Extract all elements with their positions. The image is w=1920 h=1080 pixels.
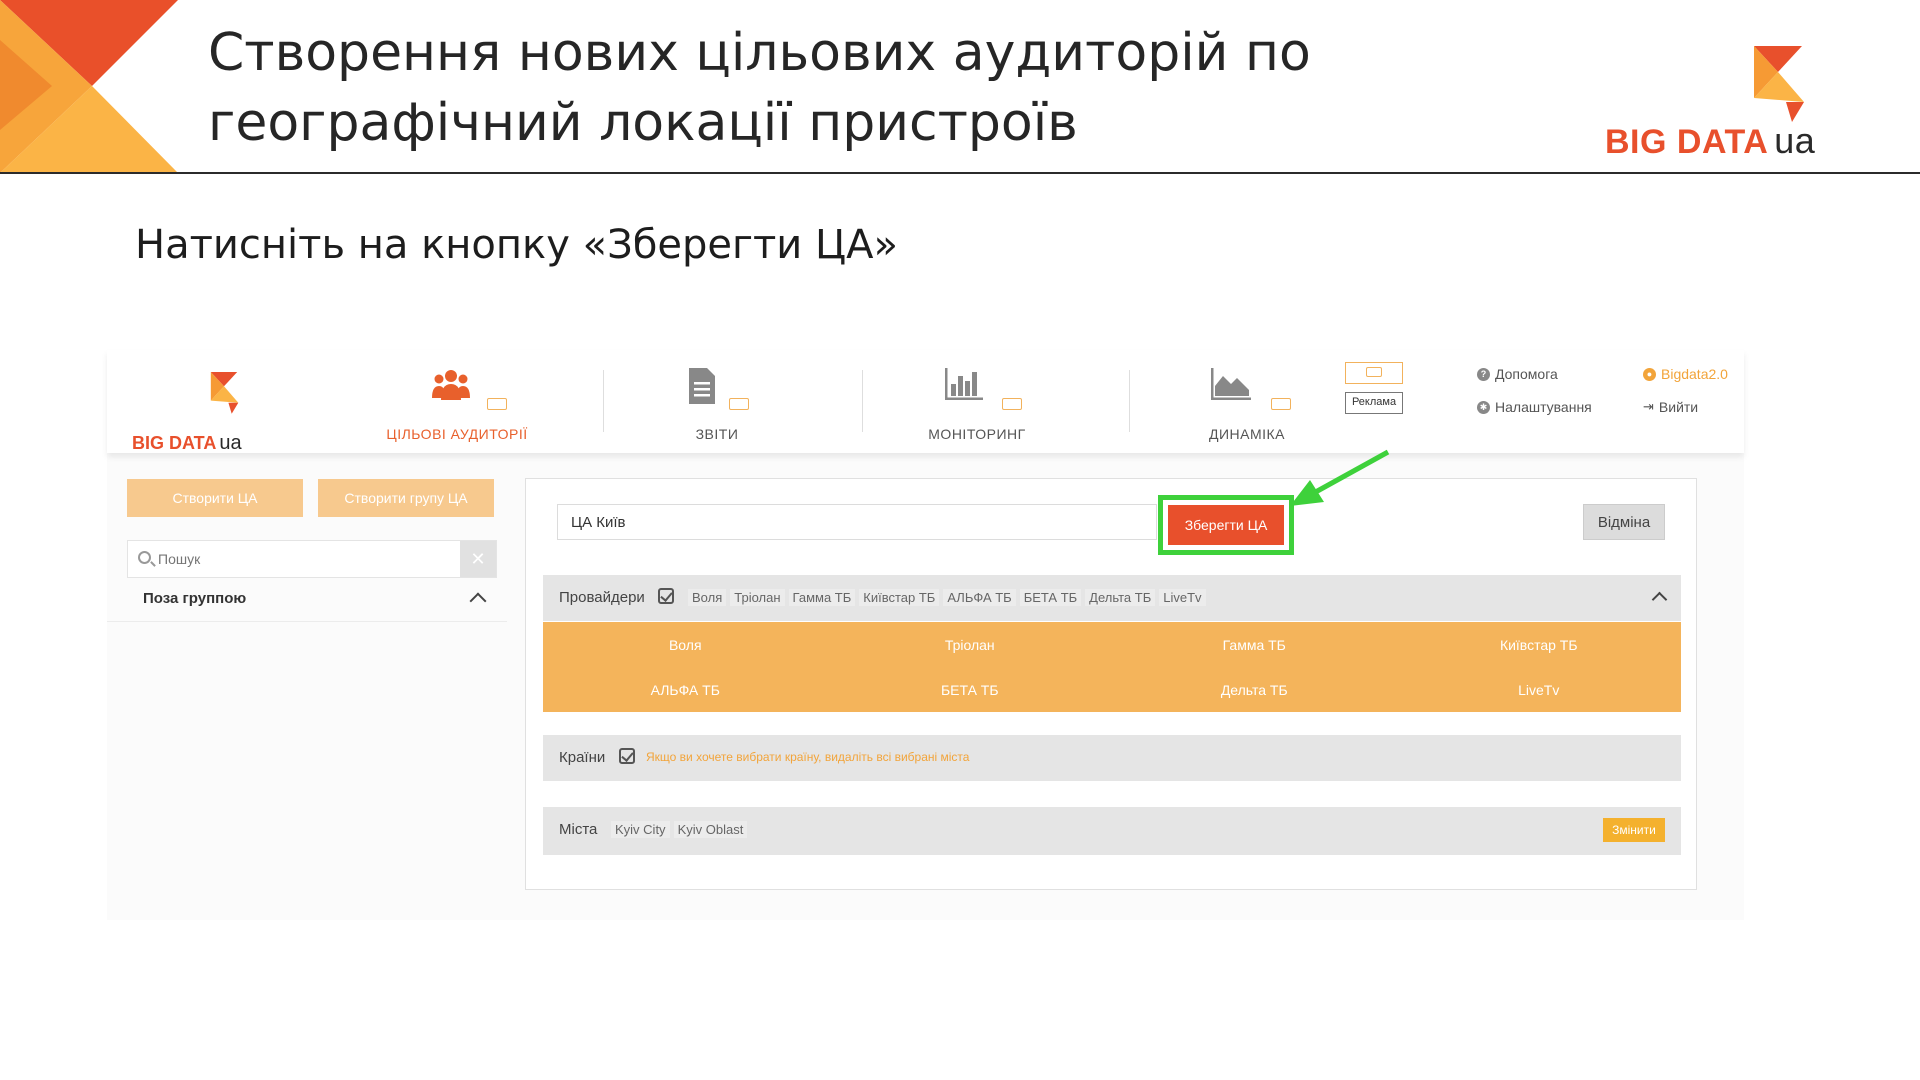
- app-logo[interactable]: BIG DATA ua: [132, 372, 262, 454]
- countries-hint: Якщо ви хочете вибрати країну, видаліть …: [646, 750, 970, 764]
- brand-logo: BIG DATA ua: [1605, 46, 1835, 161]
- chevron-up-icon[interactable]: [469, 592, 487, 610]
- checkbox-icon[interactable]: [619, 748, 635, 764]
- tv-icon: [1345, 362, 1403, 384]
- app-logo-word: BIG DATA: [132, 433, 217, 453]
- provider-chip: Воля: [688, 589, 727, 606]
- search-input[interactable]: [158, 541, 458, 577]
- gear-icon: ✱: [1477, 400, 1490, 414]
- cities-section[interactable]: Міста Kyiv City Kyiv Oblast Змінити: [543, 807, 1681, 855]
- slide-title-line-2: географічний локації пристроїв: [208, 93, 1078, 153]
- chevron-up-icon[interactable]: [1651, 591, 1668, 608]
- help-label: Допомога: [1495, 366, 1558, 382]
- provider-chip: Київстар ТБ: [859, 589, 940, 606]
- provider-option[interactable]: Тріолан: [828, 622, 1113, 667]
- provider-chip: Гамма ТБ: [788, 589, 856, 606]
- logout-link[interactable]: ⇥ Вийти: [1643, 399, 1698, 415]
- cancel-button[interactable]: Відміна: [1583, 504, 1665, 540]
- tv-icon: [1271, 398, 1291, 410]
- search-box: ✕: [127, 540, 497, 578]
- ad-toggle[interactable]: Реклама: [1345, 362, 1403, 420]
- app-logo-suffix: ua: [219, 432, 242, 454]
- change-cities-button[interactable]: Змінити: [1603, 818, 1665, 842]
- bar-chart-icon: [945, 368, 983, 400]
- checkbox-icon[interactable]: [658, 588, 674, 604]
- cities-chips: Kyiv City Kyiv Oblast: [611, 821, 748, 838]
- providers-label: Провайдери: [559, 589, 645, 606]
- save-audience-button[interactable]: Зберегти ЦА: [1168, 505, 1284, 545]
- provider-option[interactable]: Гамма ТБ: [1112, 622, 1397, 667]
- nav-divider: [1129, 370, 1130, 432]
- tv-icon: [729, 398, 749, 410]
- create-group-button[interactable]: Створити групу ЦА: [318, 479, 494, 517]
- users-icon: [432, 370, 470, 400]
- provider-options: Воля Тріолан Гамма ТБ Київстар ТБ АЛЬФА …: [543, 622, 1681, 712]
- app-screenshot: BIG DATA ua ЦІЛЬОВІ АУДИТОРІЇ ЗВІТИ МОНІ…: [107, 350, 1744, 920]
- search-icon: [138, 551, 151, 564]
- corner-decoration: [0, 0, 178, 173]
- countries-section[interactable]: Країни Якщо ви хочете вибрати країну, ви…: [543, 735, 1681, 781]
- provider-option[interactable]: Київстар ТБ: [1397, 622, 1682, 667]
- provider-option[interactable]: LiveTv: [1397, 667, 1682, 712]
- nav-label: ЦІЛЬОВІ АУДИТОРІЇ: [386, 426, 528, 442]
- providers-chips: Воля Тріолан Гамма ТБ Київстар ТБ АЛЬФА …: [688, 589, 1206, 606]
- audience-name-input[interactable]: [557, 504, 1157, 540]
- providers-section[interactable]: Провайдери Воля Тріолан Гамма ТБ Київста…: [543, 575, 1681, 621]
- app-top-nav: BIG DATA ua ЦІЛЬОВІ АУДИТОРІЇ ЗВІТИ МОНІ…: [107, 350, 1744, 454]
- close-icon[interactable]: ✕: [460, 541, 496, 577]
- brand-logo-word: BIG DATA: [1605, 123, 1769, 161]
- logout-icon: ⇥: [1643, 399, 1654, 414]
- nav-label: МОНІТОРИНГ: [928, 426, 1026, 442]
- nav-monitoring[interactable]: МОНІТОРИНГ: [907, 364, 1047, 444]
- settings-label: Налаштування: [1495, 399, 1592, 415]
- user-icon: ●: [1643, 367, 1656, 381]
- provider-option[interactable]: Дельта ТБ: [1112, 667, 1397, 712]
- tv-icon: [487, 398, 507, 410]
- user-link[interactable]: ● Bigdata2.0: [1643, 366, 1728, 382]
- provider-chip: АЛЬФА ТБ: [943, 589, 1016, 606]
- instruction-text: Натисніть на кнопку «Зберегти ЦА»: [135, 222, 898, 268]
- audience-editor: Зберегти ЦА Відміна Провайдери Воля Тріо…: [525, 478, 1697, 890]
- brand-logo-suffix: ua: [1774, 120, 1816, 161]
- slide-title: Створення нових цільових аудиторій по ге…: [208, 18, 1508, 158]
- ad-label: Реклама: [1345, 392, 1403, 414]
- provider-option[interactable]: Воля: [543, 622, 828, 667]
- provider-chip: LiveTv: [1159, 589, 1206, 606]
- help-link[interactable]: ? Допомога: [1477, 366, 1558, 382]
- app-logo-mark-icon: [210, 372, 239, 414]
- nav-divider: [862, 370, 863, 432]
- city-chip: Kyiv City: [611, 821, 670, 838]
- annotation-arrow-icon: [1290, 449, 1390, 506]
- logout-label: Вийти: [1658, 399, 1699, 415]
- brand-logo-mark-icon: [1754, 46, 1804, 122]
- cities-label: Міста: [559, 821, 598, 838]
- nav-target-audiences[interactable]: ЦІЛЬОВІ АУДИТОРІЇ: [362, 364, 552, 444]
- question-icon: ?: [1477, 367, 1490, 381]
- sidebar-group-ungrouped[interactable]: Поза группою: [107, 578, 507, 622]
- nav-dynamics[interactable]: ДИНАМІКА: [1177, 364, 1317, 444]
- nav-label: ЗВІТИ: [695, 426, 739, 442]
- group-label: Поза группою: [143, 590, 247, 607]
- create-audience-button[interactable]: Створити ЦА: [127, 479, 303, 517]
- settings-link[interactable]: ✱ Налаштування: [1477, 399, 1592, 415]
- provider-option[interactable]: АЛЬФА ТБ: [543, 667, 828, 712]
- provider-chip: Дельта ТБ: [1085, 589, 1156, 606]
- header-divider: [0, 172, 1920, 174]
- city-chip: Kyiv Oblast: [673, 821, 748, 838]
- provider-chip: БЕТА ТБ: [1019, 589, 1082, 606]
- tv-icon: [1002, 398, 1022, 410]
- nav-divider: [603, 370, 604, 432]
- area-chart-icon: [1211, 368, 1251, 400]
- nav-label: ДИНАМІКА: [1208, 426, 1286, 442]
- nav-reports[interactable]: ЗВІТИ: [647, 364, 787, 444]
- provider-option[interactable]: БЕТА ТБ: [828, 667, 1113, 712]
- document-icon: [689, 368, 715, 404]
- slide-title-line-1: Створення нових цільових аудиторій по: [208, 23, 1311, 83]
- user-label: Bigdata2.0: [1661, 366, 1728, 382]
- save-highlight-frame: Зберегти ЦА: [1158, 495, 1294, 555]
- provider-chip: Тріолан: [730, 589, 785, 606]
- countries-label: Країни: [559, 749, 606, 766]
